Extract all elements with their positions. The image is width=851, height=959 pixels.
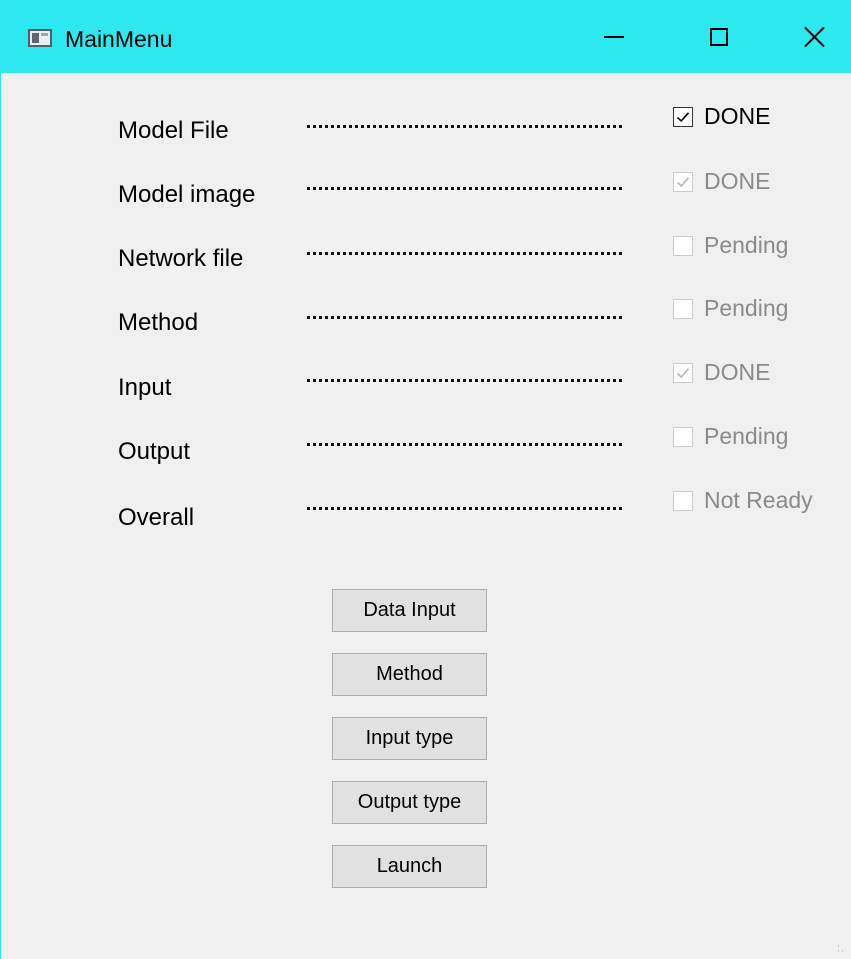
- dotted-leader: [307, 187, 622, 190]
- label-output: Output: [118, 438, 191, 465]
- close-icon: [803, 26, 825, 48]
- status-text: Not Ready: [704, 487, 813, 513]
- checkbox-icon: [673, 362, 693, 383]
- label-overall: Overall: [118, 504, 195, 531]
- checkbox-icon: [673, 235, 693, 256]
- dotted-leader: [307, 125, 622, 128]
- data-input-button[interactable]: Data Input: [332, 589, 487, 632]
- app-window-icon: [28, 29, 52, 47]
- label-model-file: Model File: [118, 117, 229, 144]
- maximize-button[interactable]: [671, 0, 766, 73]
- status-checkbox-network-file[interactable]: Pending: [673, 232, 788, 259]
- dotted-leader: [307, 443, 622, 446]
- main-menu-window: MainMenu Model File DONE Model image DON…: [0, 0, 851, 959]
- minimize-button[interactable]: [566, 0, 661, 73]
- checkbox-icon: [673, 490, 693, 511]
- dotted-leader: [307, 379, 622, 382]
- label-network-file: Network file: [118, 245, 244, 272]
- window-title: MainMenu: [65, 26, 173, 52]
- status-text: Pending: [704, 295, 789, 321]
- status-checkbox-input[interactable]: DONE: [673, 359, 770, 386]
- dotted-leader: [307, 252, 622, 255]
- input-type-button[interactable]: Input type: [332, 717, 487, 760]
- maximize-icon: [709, 27, 728, 46]
- label-input: Input: [118, 374, 172, 401]
- dotted-leader: [307, 316, 622, 319]
- checkbox-icon: [673, 171, 693, 192]
- status-text: Pending: [704, 232, 789, 258]
- status-text: DONE: [704, 359, 771, 385]
- close-button[interactable]: [766, 0, 851, 73]
- label-method: Method: [118, 309, 199, 336]
- checkbox-icon: [673, 298, 693, 319]
- status-checkbox-overall[interactable]: Not Ready: [673, 487, 813, 514]
- status-text: DONE: [704, 103, 771, 129]
- label-model-image: Model image: [118, 181, 256, 208]
- output-type-button[interactable]: Output type: [332, 781, 487, 824]
- title-bar[interactable]: MainMenu: [1, 0, 851, 73]
- dotted-leader: [307, 507, 622, 510]
- status-checkbox-model-file[interactable]: DONE: [673, 103, 770, 130]
- status-checkbox-output[interactable]: Pending: [673, 423, 788, 450]
- resize-grip-icon[interactable]: · ··: [837, 943, 847, 957]
- checkbox-icon: [673, 426, 693, 447]
- status-checkbox-method[interactable]: Pending: [673, 295, 788, 322]
- method-button[interactable]: Method: [332, 653, 487, 696]
- launch-button[interactable]: Launch: [332, 845, 487, 888]
- status-text: DONE: [704, 168, 771, 194]
- status-text: Pending: [704, 423, 789, 449]
- checkbox-icon: [673, 106, 693, 127]
- status-checkbox-model-image[interactable]: DONE: [673, 168, 770, 195]
- minimize-icon: [603, 35, 624, 38]
